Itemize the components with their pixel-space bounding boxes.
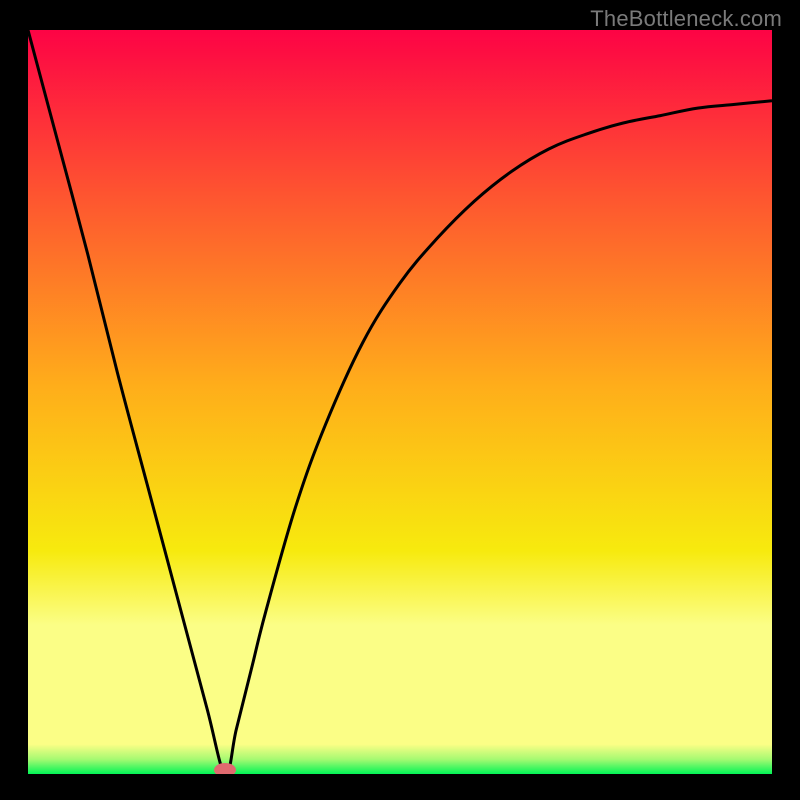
chart-line-path xyxy=(28,30,772,774)
chart-svg xyxy=(28,30,772,774)
attribution-text: TheBottleneck.com xyxy=(590,6,782,32)
chart-inner xyxy=(28,30,772,774)
chart-stage: TheBottleneck.com xyxy=(0,0,800,800)
chart-minimum-marker xyxy=(214,763,236,774)
